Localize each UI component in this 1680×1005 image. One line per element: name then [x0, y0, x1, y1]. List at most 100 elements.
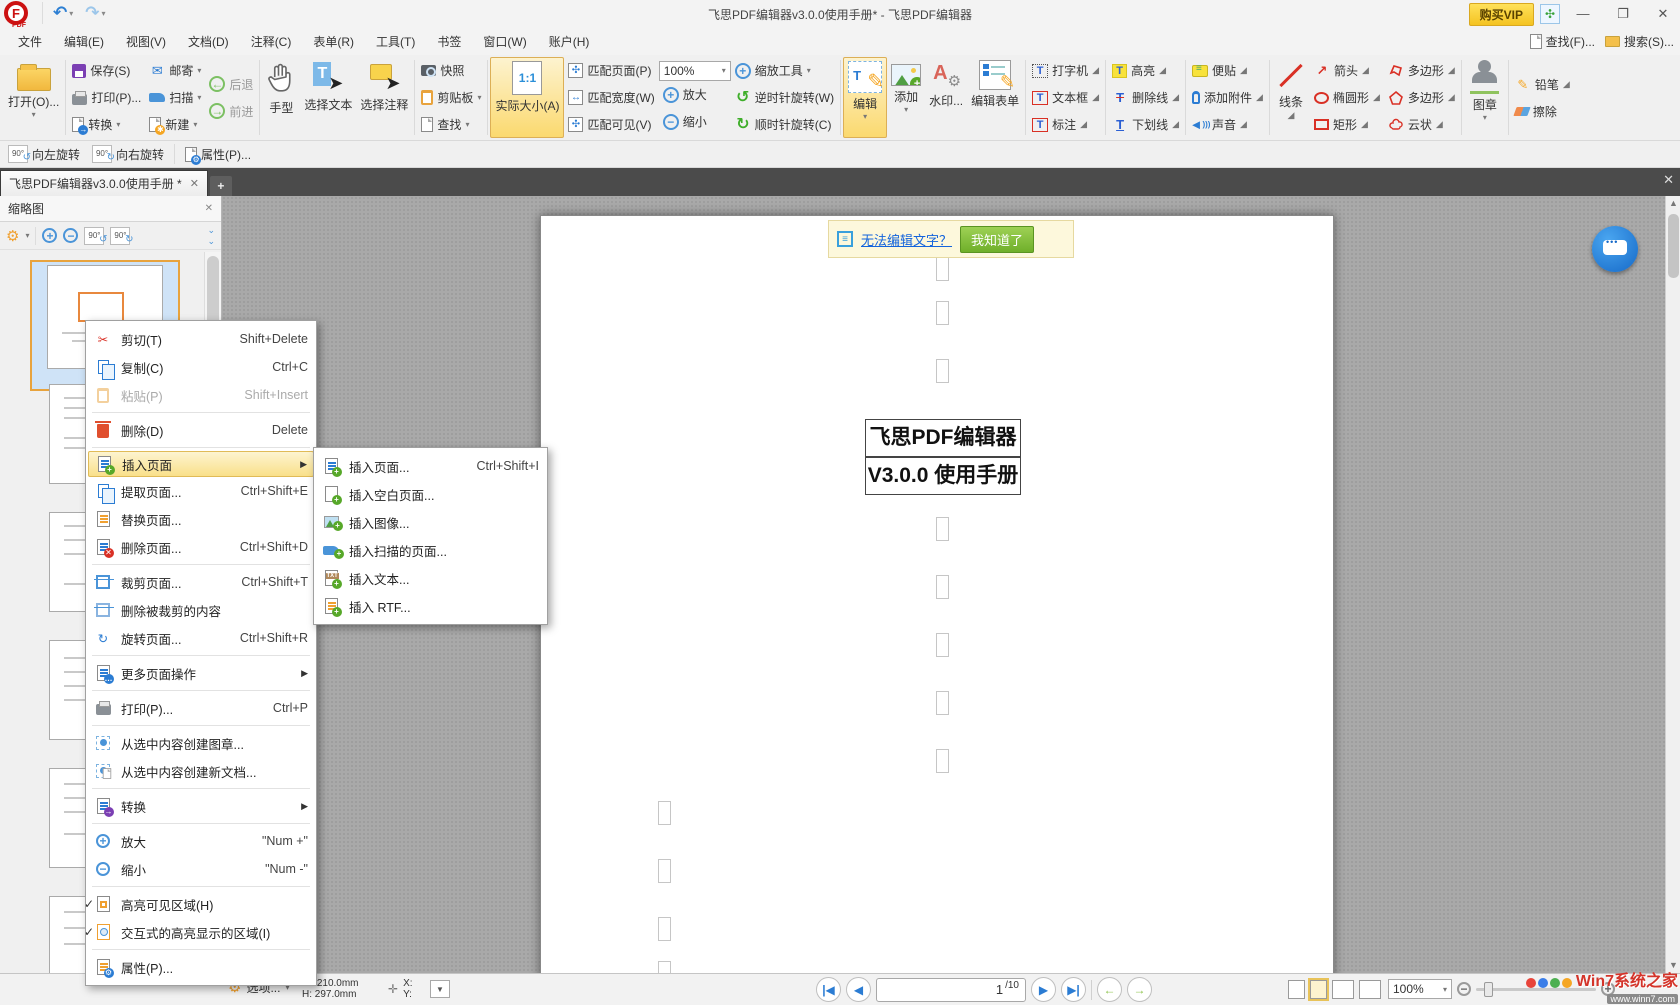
find-button[interactable]: 查找(F)...	[1530, 33, 1595, 50]
menu-comment[interactable]: 注释(C)	[241, 29, 302, 54]
menu-item-cut[interactable]: ✂ 剪切(T)Shift+Delete	[86, 325, 316, 353]
thumb-rotate-left-icon[interactable]: 90°	[84, 227, 104, 245]
underline-button[interactable]: T下划线◢	[1108, 112, 1183, 138]
zoom-out-slider-icon[interactable]: −	[1457, 982, 1471, 996]
forward-button[interactable]: →前进	[205, 98, 257, 124]
fullscreen-icon[interactable]: ✣	[1540, 4, 1560, 24]
new-tab-button[interactable]: +	[210, 176, 232, 196]
mail-button[interactable]: ✉邮寄▾	[145, 58, 205, 84]
typewriter-button[interactable]: T打字机◢	[1028, 58, 1103, 84]
rotate-ccw-button[interactable]: ↺逆时针旋转(W)	[731, 85, 838, 111]
note-button[interactable]: 便贴◢	[1188, 58, 1267, 84]
submenu-item-insert-scanned[interactable]: + 插入扫描的页面...	[314, 536, 547, 564]
sound-button[interactable]: ◄)))声音◢	[1188, 112, 1267, 138]
panel-close-icon[interactable]: ✕	[205, 203, 213, 214]
rotate-cw-button[interactable]: ↻顺时针旋转(C)	[731, 112, 838, 138]
page-number-input[interactable]: 1/10	[876, 978, 1026, 1002]
menu-item-interactive-highlight[interactable]: ✓ 交互式的高亮显示的区域(I)	[86, 918, 316, 946]
buy-vip-button[interactable]: 购买VIP	[1469, 3, 1534, 26]
thumb-zoom-out-icon[interactable]: −	[63, 228, 78, 243]
menu-item-zoom-in[interactable]: + 放大"Num +"	[86, 827, 316, 855]
menu-form[interactable]: 表单(R)	[303, 29, 364, 54]
menu-view[interactable]: 视图(V)	[116, 29, 176, 54]
submenu-item-insert-image[interactable]: + 插入图像...	[314, 508, 547, 536]
two-page-icon[interactable]	[1332, 980, 1354, 999]
properties-button[interactable]: ⚙属性(P)...	[181, 141, 255, 167]
first-page-button[interactable]: |◀	[816, 977, 841, 1002]
line-tool-button[interactable]: 线条 ◢	[1272, 57, 1310, 138]
find-tool-button[interactable]: 查找▾	[417, 112, 485, 138]
continuous-scroll-icon[interactable]	[1310, 980, 1327, 999]
scroll-up-icon[interactable]: ▲	[1666, 196, 1680, 211]
arrow-tool-button[interactable]: ↗箭头◢	[1310, 58, 1384, 84]
menu-tools[interactable]: 工具(T)	[366, 29, 425, 54]
edit-form-button[interactable]: 编辑表单	[967, 57, 1023, 138]
menu-item-remove-cropped[interactable]: 删除被裁剪的内容	[86, 596, 316, 624]
clipboard-button[interactable]: 剪贴板▾	[417, 85, 485, 111]
submenu-item-insert-pages[interactable]: + 插入页面...Ctrl+Shift+I	[314, 452, 547, 480]
back-button[interactable]: ←后退	[205, 71, 257, 97]
document-tab[interactable]: 飞思PDF编辑器v3.0.0使用手册 * ✕	[0, 170, 208, 196]
single-page-icon[interactable]	[1288, 980, 1305, 999]
menu-item-rotate-pages[interactable]: ↻ 旋转页面...Ctrl+Shift+R	[86, 624, 316, 652]
scrollbar-thumb[interactable]	[1668, 214, 1679, 278]
eraser-button[interactable]: 擦除	[1511, 98, 1574, 124]
document-scrollbar[interactable]: ▲ ▼	[1665, 196, 1680, 973]
zoom-in-button[interactable]: +放大	[659, 82, 731, 108]
fit-page-button[interactable]: ✣匹配页面(P)	[564, 58, 658, 84]
menu-item-more-page-ops[interactable]: … 更多页面操作▶	[86, 659, 316, 687]
watermark-button[interactable]: A⚙ 水印...	[925, 57, 967, 138]
menu-item-zoom-out[interactable]: − 缩小"Num -"	[86, 855, 316, 883]
menu-item-extract-pages[interactable]: 提取页面...Ctrl+Shift+E	[86, 477, 316, 505]
pencil-button[interactable]: ✎铅笔◢	[1511, 71, 1574, 97]
thumb-settings-gear-icon[interactable]: ⚙	[6, 227, 19, 245]
menu-item-print[interactable]: 打印(P)...Ctrl+P	[86, 694, 316, 722]
menu-account[interactable]: 账户(H)	[539, 29, 600, 54]
tab-close-icon[interactable]: ✕	[190, 177, 199, 190]
polygon-line-tool-button[interactable]: 多边形◢	[1384, 58, 1459, 84]
menu-window[interactable]: 窗口(W)	[473, 29, 536, 54]
zoom-level-combobox[interactable]: 100%▾	[659, 61, 731, 81]
close-button[interactable]: ✕	[1646, 2, 1680, 26]
two-page-scroll-icon[interactable]	[1359, 980, 1381, 999]
menu-edit[interactable]: 编辑(E)	[54, 29, 114, 54]
menu-bookmark[interactable]: 书签	[427, 29, 471, 54]
callout-button[interactable]: T标注◢	[1028, 112, 1103, 138]
menu-item-crop-pages[interactable]: 裁剪页面...Ctrl+Shift+T	[86, 568, 316, 596]
stamp-button[interactable]: 图章 ▾	[1464, 57, 1506, 138]
submenu-item-insert-blank[interactable]: + 插入空白页面...	[314, 480, 547, 508]
zoom-tool-button[interactable]: +缩放工具▾	[731, 58, 838, 84]
menu-item-delete[interactable]: 删除(D)Delete	[86, 416, 316, 444]
menu-item-copy[interactable]: 复制(C)Ctrl+C	[86, 353, 316, 381]
select-annotation-button[interactable]: ➤ 选择注释	[356, 57, 412, 138]
cloud-tool-button[interactable]: 云状◢	[1384, 112, 1459, 138]
hand-tool-button[interactable]: 手型	[262, 57, 300, 138]
snapshot-button[interactable]: 快照	[417, 58, 485, 84]
add-content-button[interactable]: + 添加 ▾	[887, 57, 925, 138]
actual-size-button[interactable]: 1:1 实际大小(A)	[490, 57, 564, 138]
menu-document[interactable]: 文档(D)	[178, 29, 239, 54]
menu-item-highlight-visible[interactable]: ✓ 高亮可见区域(H)	[86, 890, 316, 918]
zoom-out-button[interactable]: −缩小	[659, 109, 731, 135]
menu-file[interactable]: 文件	[8, 29, 52, 54]
doc-title-line2[interactable]: V3.0.0 使用手册	[865, 457, 1021, 495]
tabbar-close-icon[interactable]: ✕	[1663, 172, 1674, 188]
strikeout-button[interactable]: T删除线◢	[1108, 85, 1183, 111]
chat-support-icon[interactable]	[1592, 226, 1638, 272]
prev-page-button[interactable]: ◀	[846, 977, 871, 1002]
ellipse-tool-button[interactable]: 椭圆形◢	[1310, 85, 1384, 111]
menu-item-replace-pages[interactable]: 替换页面...	[86, 505, 316, 533]
rotate-right-button[interactable]: 90°向右旋转	[88, 141, 168, 167]
zoom-percent-combobox[interactable]: 100%▾	[1388, 979, 1452, 999]
menu-item-convert[interactable]: → 转换▶	[86, 792, 316, 820]
save-button[interactable]: 保存(S)	[68, 58, 145, 84]
rectangle-tool-button[interactable]: 矩形◢	[1310, 112, 1384, 138]
next-view-button[interactable]: →	[1127, 977, 1152, 1002]
menu-item-delete-pages[interactable]: ✕ 删除页面...Ctrl+Shift+D	[86, 533, 316, 561]
open-button[interactable]: 打开(O)... ▾	[4, 57, 63, 138]
edit-content-button[interactable]: 编辑 ▾	[843, 57, 887, 138]
select-text-button[interactable]: T➤ 选择文本	[300, 57, 356, 138]
submenu-item-insert-rtf[interactable]: + 插入 RTF...	[314, 592, 547, 620]
scan-button[interactable]: 扫描▾	[145, 85, 205, 111]
cannot-edit-text-link[interactable]: 无法编辑文字？	[861, 230, 952, 249]
